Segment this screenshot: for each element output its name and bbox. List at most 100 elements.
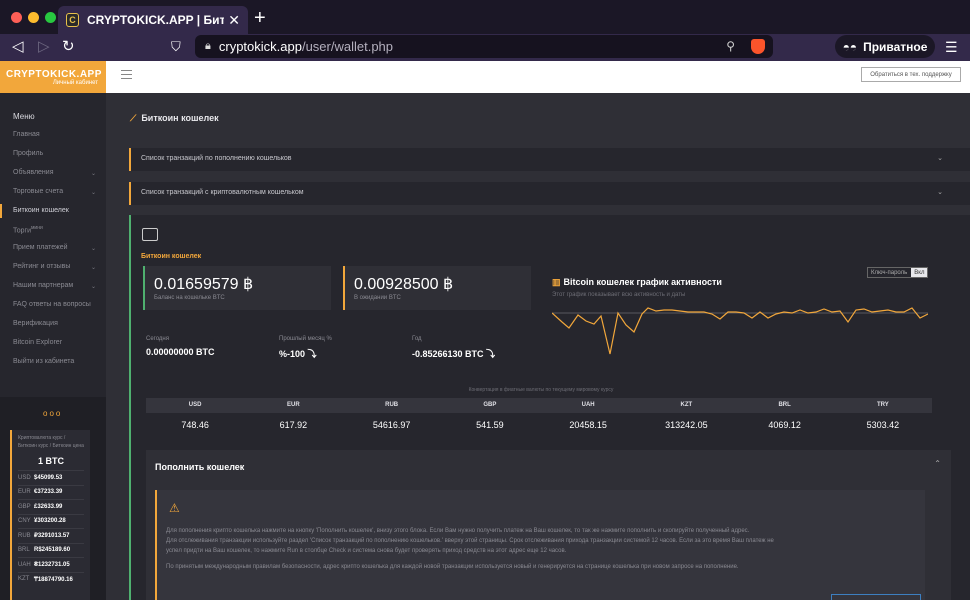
rate-code: RUB: [18, 532, 31, 539]
sidebar-item[interactable]: Верификация: [13, 320, 58, 327]
tab-close-icon[interactable]: ✕: [228, 12, 240, 29]
site-logo[interactable]: CRYPTOKICK.APP Личный кабинет: [0, 61, 106, 93]
browser-menu-icon[interactable]: ☰: [945, 39, 958, 56]
fiat-currency-value: 617.92: [279, 420, 308, 430]
sidebar-item-label: Bitcoin Explorer: [13, 338, 63, 346]
notice-line: Для отслеживания транзакции используйте …: [166, 538, 774, 544]
support-button[interactable]: Обратиться в тех. поддержку: [861, 67, 961, 82]
sidebar-item[interactable]: Главная: [13, 131, 40, 138]
chart-title: ▥ Bitcoin кошелек график активности: [552, 277, 722, 288]
sidebar-item[interactable]: Биткоин кошелек: [13, 207, 69, 214]
private-glasses-icon: ◓◓: [842, 39, 858, 54]
stat-label: Прошлый месяц %: [279, 336, 332, 342]
chevron-down-icon: ⌄: [91, 284, 97, 291]
stat-label: Год: [412, 336, 422, 342]
reload-button[interactable]: ↻: [62, 37, 75, 57]
rate-row: KZT ₸18874790.16: [18, 571, 84, 587]
bookmark-icon[interactable]: ⛉: [171, 37, 181, 57]
bar-chart-icon: ▥: [552, 277, 561, 287]
accordion-label: Список транзакций с криптовалютным кошел…: [141, 189, 304, 196]
stat-value: 0.00000000 BTC: [146, 347, 215, 357]
address-bar[interactable]: 🔒︎ cryptokick.app/user/wallet.php ⚲: [195, 35, 773, 58]
private-label: Приватное: [863, 39, 928, 54]
balance-card: 0.01659579 ฿ Баланс на кошельке BTC: [143, 266, 331, 310]
minimize-window-button[interactable]: [28, 12, 39, 23]
sidebar-item[interactable]: Торговые счета: [13, 188, 63, 195]
fiat-currency-value: 313242.05: [665, 420, 708, 430]
rate-value: $45099.53: [34, 474, 63, 481]
sidebar-item[interactable]: Нашим партнерам: [13, 282, 73, 289]
sidebar-item-label: Верификация: [13, 319, 58, 327]
hamburger-menu-icon[interactable]: [121, 70, 132, 82]
chevron-up-icon[interactable]: ⌃: [934, 459, 941, 468]
sidebar-item[interactable]: Рейтинг и отзывы: [13, 263, 70, 270]
stat-label: Сегодня: [146, 336, 169, 342]
fiat-table: USD EUR RUB GBP UAH KZT BRL TRY 748.46 617.92 546…: [146, 398, 932, 438]
rate-row: RUB ₽3291013.57: [18, 528, 84, 543]
private-window-badge[interactable]: ◓◓ Приватное: [835, 35, 935, 58]
chevron-down-icon: ⌄: [91, 265, 97, 272]
stat-value: -0.85266130 BTC ⤵: [412, 349, 496, 359]
chevron-down-icon: ⌄: [91, 170, 97, 177]
fiat-currency-value: 4069.12: [768, 420, 801, 430]
site-favicon-icon: C: [66, 13, 79, 27]
sidebar-item-label: Профиль: [13, 149, 44, 157]
sidebar-item[interactable]: Торгимини: [13, 225, 43, 234]
sidebar-item-label: Объявления: [13, 168, 54, 176]
pending-label: В ожидании BTC: [354, 295, 401, 301]
rates-card: Криптовалюта курс / Биткоин курс / Битко…: [10, 430, 90, 600]
pending-card: 0.00928500 ฿ В ожидании BTC: [343, 266, 531, 310]
activity-chart: [552, 307, 928, 355]
back-button[interactable]: ◁: [12, 37, 24, 57]
rate-row: BRL R$245189.60: [18, 542, 84, 558]
rates-widget: ooo Криптовалюта курс / Биткоин курс / Б…: [0, 397, 106, 600]
rate-code: GBP: [18, 503, 31, 510]
fiat-table-header: USD EUR RUB GBP UAH KZT BRL TRY: [146, 398, 932, 413]
maximize-window-button[interactable]: [45, 12, 56, 23]
rate-value: €37233.39: [34, 489, 63, 496]
rate-value: ₽3291013.57: [34, 533, 70, 540]
sidebar-item: Меню: [13, 112, 35, 121]
topup-notice: ⚠ Для пополнения крипто кошелька нажмите…: [155, 490, 925, 600]
close-window-button[interactable]: [11, 12, 22, 23]
forward-button[interactable]: ▷: [38, 37, 50, 57]
key-password-toggle[interactable]: Ключ-пароль Вкл: [867, 267, 929, 278]
fiat-currency-value: 20458.15: [569, 420, 607, 430]
fiat-table-row: 748.46 617.92 54616.97 541.59 20458.15 313242…: [146, 413, 932, 438]
site-header: CRYPTOKICK.APP Личный кабинет Обратиться…: [0, 61, 970, 93]
rate-value: £32633.99: [34, 503, 63, 510]
sidebar-item[interactable]: Прием платежей: [13, 244, 68, 251]
sidebar-item-label: Меню: [13, 112, 35, 121]
logo-text: CRYPTOKICK.APP: [6, 69, 102, 80]
sidebar-item[interactable]: Объявления: [13, 169, 54, 176]
fiat-currency-value: 541.59: [476, 420, 504, 430]
accordion-topup-transactions[interactable]: Список транзакций по пополнению кошелько…: [129, 148, 970, 171]
rate-row: EUR €37233.39: [18, 484, 84, 500]
pending-value: 0.00928500 ฿: [354, 276, 454, 293]
chart-title-text: Bitcoin кошелек график активности: [563, 277, 722, 287]
rate-value: ₸18874790.16: [34, 576, 73, 583]
rate-code: UAH: [18, 561, 31, 568]
chevron-down-icon: ⌄: [937, 155, 943, 162]
wallet-icon: [142, 228, 158, 241]
sidebar-item[interactable]: Bitcoin Explorer: [13, 339, 62, 346]
fiat-currency-code: UAH: [581, 402, 595, 408]
topup-wallet-button[interactable]: [831, 594, 921, 600]
brave-shield-icon[interactable]: [751, 39, 765, 54]
activity-line: [552, 307, 928, 355]
toggle-label: Ключ-пароль: [871, 269, 908, 276]
rates-unit: 1 BTC: [37, 456, 64, 466]
accordion-wallet-transactions[interactable]: Список транзакций с криптовалютным кошел…: [129, 182, 970, 205]
url-host: cryptokick.app: [218, 39, 302, 54]
active-tab[interactable]: C CRYPTOKICK.APP | Биткоин кошелек ✕: [58, 6, 248, 34]
fiat-currency-code: BRL: [778, 402, 791, 408]
fiat-currency-value: 748.46: [181, 420, 209, 430]
sidebar-item[interactable]: FAQ ответы на вопросы: [13, 301, 91, 308]
sidebar-item[interactable]: Профиль: [13, 150, 43, 157]
sidebar-item[interactable]: Выйти из кабинета: [13, 358, 74, 365]
zoom-icon[interactable]: ⚲: [726, 39, 735, 53]
rate-value: ¥303200.28: [34, 518, 66, 525]
dots-icon: ooo: [43, 409, 63, 418]
new-tab-button[interactable]: +: [254, 8, 266, 28]
lock-icon: 🔒︎: [205, 40, 211, 52]
